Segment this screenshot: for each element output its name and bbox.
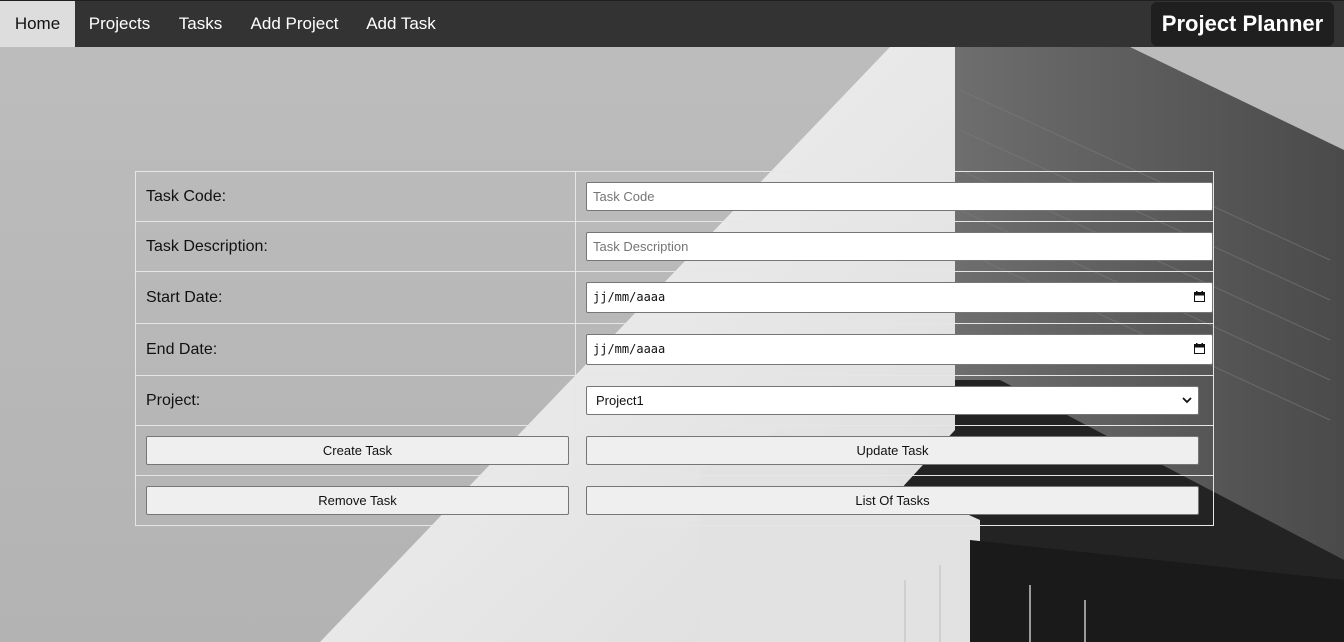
- remove-task-cell: Remove Task: [135, 475, 576, 526]
- button-row-2: Remove Task List Of Tasks: [135, 475, 1214, 526]
- end-date-cell: jj/mm/aaaa: [575, 323, 1214, 376]
- start-date-row: Start Date: jj/mm/aaaa: [135, 271, 1214, 324]
- button-row-1: Create Task Update Task: [135, 425, 1214, 476]
- task-description-cell: [575, 221, 1214, 272]
- task-form-table: Task Code: Task Description: Start Date:…: [135, 171, 1214, 526]
- create-task-cell: Create Task: [135, 425, 576, 476]
- start-date-label: Start Date:: [135, 271, 576, 324]
- task-code-label: Task Code:: [135, 171, 576, 222]
- task-description-label: Task Description:: [135, 221, 576, 272]
- nav-home[interactable]: Home: [0, 1, 75, 47]
- update-task-cell: Update Task: [575, 425, 1214, 476]
- end-date-input[interactable]: jj/mm/aaaa: [586, 334, 1213, 365]
- remove-task-button[interactable]: Remove Task: [146, 486, 569, 515]
- update-task-button[interactable]: Update Task: [586, 436, 1199, 465]
- end-date-label: End Date:: [135, 323, 576, 376]
- top-navbar: Home Projects Tasks Add Project Add Task…: [0, 0, 1344, 47]
- start-date-cell: jj/mm/aaaa: [575, 271, 1214, 324]
- task-code-cell: [575, 171, 1214, 222]
- nav-add-task[interactable]: Add Task: [352, 1, 450, 47]
- task-description-input[interactable]: [586, 232, 1213, 261]
- end-date-row: End Date: jj/mm/aaaa: [135, 323, 1214, 376]
- project-row: Project: Project1: [135, 375, 1214, 426]
- project-select[interactable]: Project1: [586, 386, 1199, 415]
- task-code-input[interactable]: [586, 182, 1213, 211]
- start-date-value: jj/mm/aaaa: [593, 290, 666, 304]
- list-of-tasks-button[interactable]: List Of Tasks: [586, 486, 1199, 515]
- end-date-value: jj/mm/aaaa: [593, 342, 666, 356]
- project-label: Project:: [135, 375, 576, 426]
- nav-tasks[interactable]: Tasks: [164, 1, 237, 47]
- create-task-button[interactable]: Create Task: [146, 436, 569, 465]
- calendar-icon[interactable]: [1194, 291, 1205, 302]
- list-tasks-cell: List Of Tasks: [575, 475, 1214, 526]
- task-description-row: Task Description:: [135, 221, 1214, 272]
- nav-add-project[interactable]: Add Project: [237, 1, 352, 47]
- brand-title: Project Planner: [1151, 2, 1334, 46]
- project-selected-value: Project1: [596, 393, 644, 408]
- chevron-down-icon: [1182, 397, 1192, 404]
- calendar-icon[interactable]: [1194, 343, 1205, 354]
- project-cell: Project1: [575, 375, 1214, 426]
- task-code-row: Task Code:: [135, 171, 1214, 222]
- nav-projects[interactable]: Projects: [75, 1, 164, 47]
- start-date-input[interactable]: jj/mm/aaaa: [586, 282, 1213, 313]
